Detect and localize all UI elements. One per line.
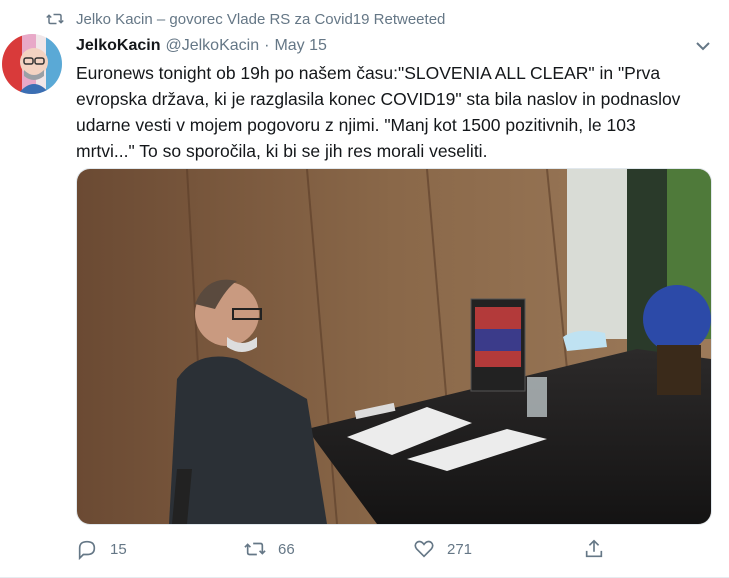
chevron-down-icon[interactable] [693,38,713,54]
photo-image [77,169,711,524]
reply-count: 15 [110,540,127,558]
user-handle[interactable]: @JelkoKacin [165,37,259,55]
tweet-actions: 15 66 271 [76,538,636,566]
retweet-label: Jelko Kacin – govorec Vlade RS za Covid1… [76,10,446,28]
retweet-icon [46,13,64,25]
separator-dot: · [264,37,270,54]
share-icon [585,539,603,558]
tweet-text: Euronews tonight ob 19h po našem času:"S… [76,63,686,161]
avatar-image [2,34,62,94]
reply-button[interactable]: 15 [76,538,127,560]
retweet-count: 66 [278,540,295,558]
tweet-date[interactable]: May 15 [274,37,326,55]
like-button[interactable]: 271 [413,538,472,560]
retweet-context[interactable]: Jelko Kacin – govorec Vlade RS za Covid1… [46,8,445,30]
share-button[interactable] [583,538,617,560]
retweet-icon [244,542,266,556]
display-name[interactable]: JelkoKacin [76,37,160,55]
tweet-header: JelkoKacin @JelkoKacin · May 15 [76,34,327,58]
like-count: 271 [447,540,473,558]
tweet-photo[interactable] [76,168,712,525]
avatar[interactable] [2,34,62,94]
retweet-button[interactable]: 66 [244,538,295,560]
heart-icon [414,540,434,558]
reply-icon [78,540,96,560]
